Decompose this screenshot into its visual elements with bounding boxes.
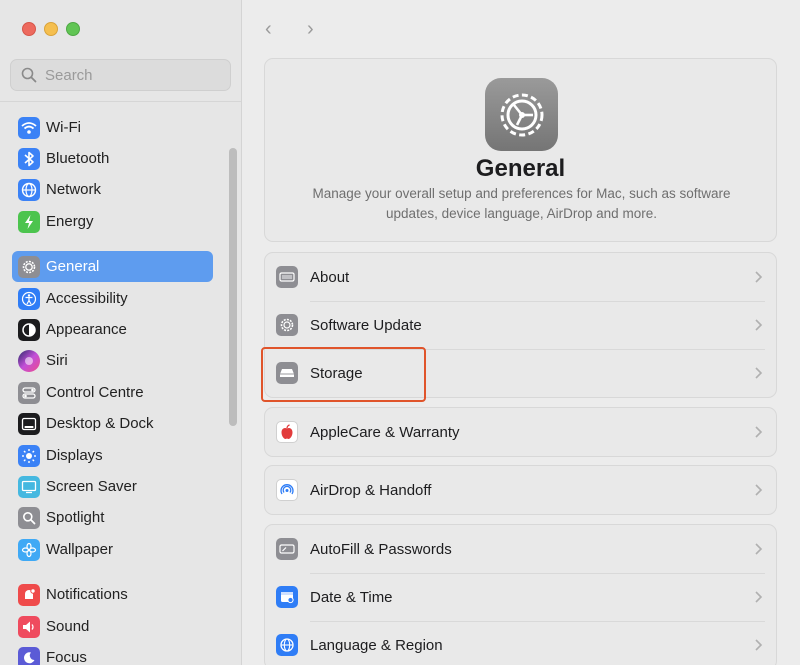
sidebar-item-notifications[interactable]: Notifications bbox=[12, 579, 213, 610]
siri-icon bbox=[18, 349, 40, 372]
displays-icon bbox=[18, 444, 40, 467]
settings-group-airdrop: AirDrop & Handoff bbox=[264, 465, 777, 515]
system-settings-window: Search Wi-Fi Bluetooth Network Energy Ge… bbox=[0, 0, 800, 665]
network-globe-icon bbox=[18, 178, 40, 201]
sidebar-item-focus[interactable]: Focus bbox=[12, 642, 213, 665]
desktop-dock-icon bbox=[18, 412, 40, 435]
sidebar-item-accessibility[interactable]: Accessibility bbox=[12, 283, 213, 314]
sidebar-item-wifi[interactable]: Wi-Fi bbox=[12, 112, 213, 143]
wallpaper-icon bbox=[18, 538, 40, 561]
page-description: Manage your overall setup and preference… bbox=[312, 186, 731, 221]
back-button[interactable]: ‹ bbox=[265, 18, 285, 41]
screen-saver-icon bbox=[18, 475, 40, 498]
sound-icon bbox=[18, 615, 40, 638]
row-about[interactable]: About bbox=[265, 253, 776, 301]
date-time-icon bbox=[276, 586, 298, 608]
sidebar-item-energy[interactable]: Energy bbox=[12, 206, 213, 237]
close-window-button[interactable] bbox=[22, 22, 36, 36]
sidebar-item-spotlight[interactable]: Spotlight bbox=[12, 502, 213, 533]
chevron-right-icon bbox=[755, 271, 763, 283]
row-airdrop-handoff[interactable]: AirDrop & Handoff bbox=[265, 466, 776, 514]
forward-button[interactable]: › bbox=[307, 18, 327, 41]
chevron-right-icon bbox=[755, 591, 763, 603]
search-placeholder: Search bbox=[45, 66, 93, 84]
sidebar: Search Wi-Fi Bluetooth Network Energy Ge… bbox=[0, 0, 242, 665]
sidebar-scrollbar[interactable] bbox=[229, 148, 237, 426]
apple-icon bbox=[276, 421, 298, 443]
chevron-right-icon bbox=[755, 639, 763, 651]
sidebar-item-general[interactable]: General bbox=[12, 251, 213, 282]
appearance-icon bbox=[18, 318, 40, 341]
search-icon bbox=[21, 67, 37, 83]
airdrop-icon bbox=[276, 479, 298, 501]
search-input[interactable]: Search bbox=[10, 59, 231, 91]
row-date-time[interactable]: Date & Time bbox=[265, 573, 776, 621]
sidebar-item-network[interactable]: Network bbox=[12, 174, 213, 205]
accessibility-icon bbox=[18, 287, 40, 310]
wifi-icon bbox=[18, 116, 40, 139]
zoom-window-button[interactable] bbox=[66, 22, 80, 36]
autofill-icon bbox=[276, 538, 298, 560]
row-applecare-warranty[interactable]: AppleCare & Warranty bbox=[265, 408, 776, 456]
language-region-icon bbox=[276, 634, 298, 656]
chevron-right-icon bbox=[755, 543, 763, 555]
sidebar-item-bluetooth[interactable]: Bluetooth bbox=[12, 143, 213, 174]
gear-icon bbox=[18, 255, 40, 278]
about-icon bbox=[276, 266, 298, 288]
window-controls bbox=[22, 22, 80, 36]
sidebar-item-wallpaper[interactable]: Wallpaper bbox=[12, 534, 213, 565]
navigation-arrows: ‹ › bbox=[265, 18, 327, 41]
sidebar-divider bbox=[0, 101, 241, 102]
sidebar-item-control-centre[interactable]: Control Centre bbox=[12, 377, 213, 408]
general-header-card: General Manage your overall setup and pr… bbox=[264, 58, 777, 242]
chevron-right-icon bbox=[755, 319, 763, 331]
general-gear-icon bbox=[485, 78, 558, 151]
row-software-update[interactable]: Software Update bbox=[265, 301, 776, 349]
focus-icon bbox=[18, 646, 40, 665]
sidebar-item-sound[interactable]: Sound bbox=[12, 611, 213, 642]
main-content: ‹ › General Manage your overall setup an… bbox=[243, 0, 800, 665]
settings-group-autofill-date-language: AutoFill & Passwords Date & Time Languag… bbox=[264, 524, 777, 665]
sidebar-item-desktop-dock[interactable]: Desktop & Dock bbox=[12, 408, 213, 439]
spotlight-icon bbox=[18, 506, 40, 529]
sidebar-item-siri[interactable]: Siri bbox=[12, 345, 213, 376]
software-update-icon bbox=[276, 314, 298, 336]
settings-group-applecare: AppleCare & Warranty bbox=[264, 407, 777, 457]
page-title: General bbox=[475, 155, 566, 182]
row-autofill-passwords[interactable]: AutoFill & Passwords bbox=[265, 525, 776, 573]
storage-highlight-box bbox=[261, 347, 426, 402]
chevron-right-icon bbox=[755, 426, 763, 438]
row-language-region[interactable]: Language & Region bbox=[265, 621, 776, 665]
chevron-right-icon bbox=[755, 484, 763, 496]
sidebar-item-displays[interactable]: Displays bbox=[12, 440, 213, 471]
chevron-right-icon bbox=[755, 367, 763, 379]
sidebar-item-screen-saver[interactable]: Screen Saver bbox=[12, 471, 213, 502]
notifications-icon bbox=[18, 583, 40, 606]
bluetooth-icon bbox=[18, 147, 40, 170]
energy-bolt-icon bbox=[18, 210, 40, 233]
minimize-window-button[interactable] bbox=[44, 22, 58, 36]
sidebar-item-appearance[interactable]: Appearance bbox=[12, 314, 213, 345]
control-centre-icon bbox=[18, 381, 40, 404]
